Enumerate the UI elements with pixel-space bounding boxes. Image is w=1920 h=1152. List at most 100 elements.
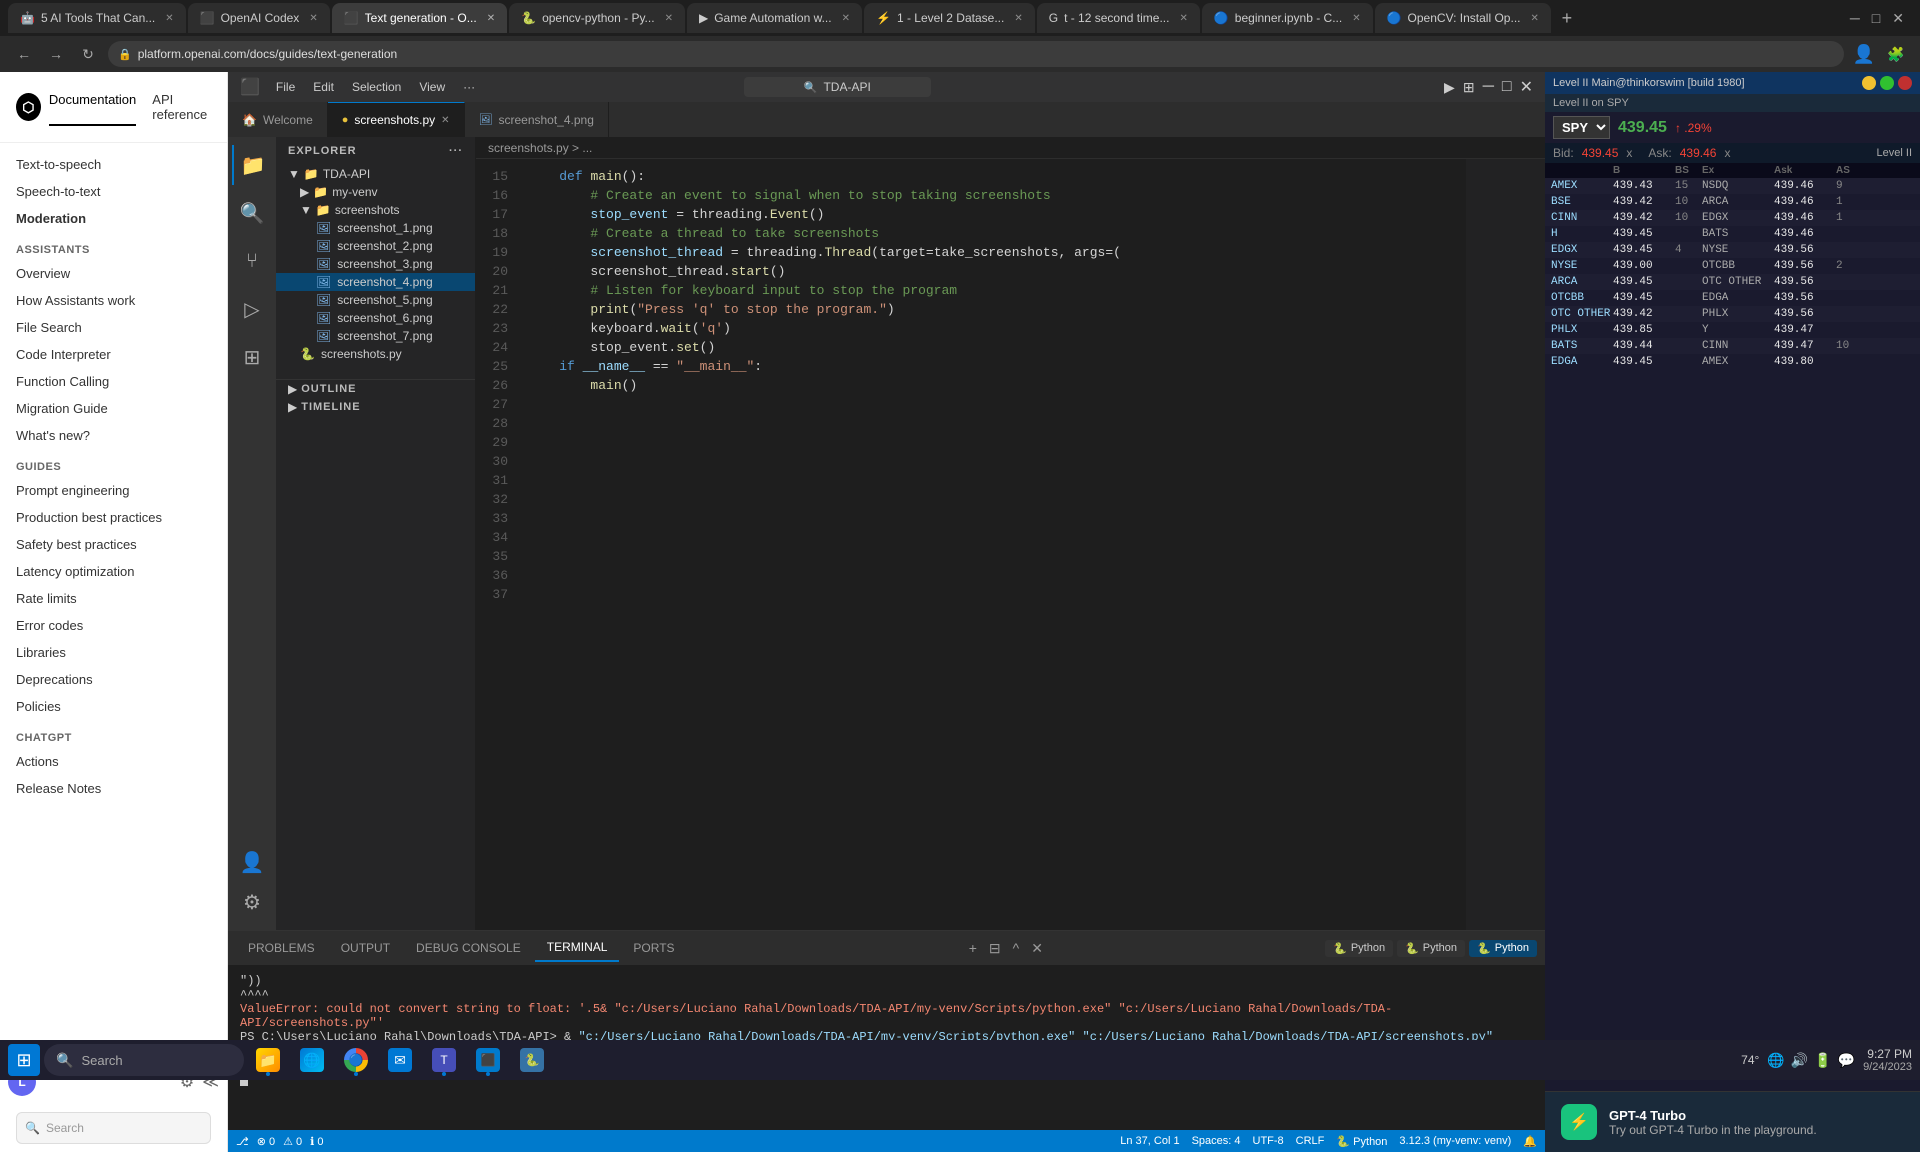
trading-maximize-btn[interactable] <box>1880 76 1894 90</box>
vscode-minimize-icon[interactable]: ─ <box>1483 78 1494 96</box>
sidebar-item-text-to-speech[interactable]: Text-to-speech <box>0 151 227 178</box>
sidebar-item-how-assistants[interactable]: How Assistants work <box>0 287 227 314</box>
ticker-selector[interactable]: SPY <box>1553 116 1610 139</box>
taskbar-app-mail[interactable]: ✉ <box>380 1042 420 1078</box>
activity-search[interactable]: 🔍 <box>232 193 272 233</box>
sidebar-item-overview[interactable]: Overview <box>0 260 227 287</box>
menu-view[interactable]: View <box>411 76 453 98</box>
browser-tab-tab1[interactable]: 🤖5 AI Tools That Can...✕ <box>8 3 186 33</box>
sidebar-item-moderation[interactable]: Moderation <box>0 205 227 232</box>
panel-close-icon[interactable]: ✕ <box>1027 938 1047 959</box>
sidebar-item-speech-to-text[interactable]: Speech-to-text <box>0 178 227 205</box>
sidebar-item-code-interpreter[interactable]: Code Interpreter <box>0 341 227 368</box>
vscode-tab-screenshots-py[interactable]: ● screenshots.py ✕ <box>328 102 465 137</box>
browser-tab-tab6[interactable]: ⚡1 - Level 2 Datase...✕ <box>864 3 1035 33</box>
taskbar-app-explorer[interactable]: 📁 <box>248 1042 288 1078</box>
network-icon[interactable]: 🌐 <box>1767 1052 1784 1069</box>
warning-count[interactable]: ⚠ 0 <box>283 1135 302 1148</box>
browser-tab-tab9[interactable]: 🔵OpenCV: Install Op...✕ <box>1375 3 1551 33</box>
sidebar-item-release-notes[interactable]: Release Notes <box>0 775 227 802</box>
status-bell-icon[interactable]: 🔔 <box>1523 1135 1537 1148</box>
activity-settings[interactable]: ⚙ <box>232 882 272 922</box>
vscode-close-icon[interactable]: ✕ <box>1520 77 1533 97</box>
taskbar-app-chrome[interactable]: 🔵 <box>336 1042 376 1078</box>
sidebar-item-policies[interactable]: Policies <box>0 693 227 720</box>
file-screenshot7[interactable]: 🖼 screenshot_7.png <box>276 327 475 345</box>
panel-tab-problems[interactable]: PROBLEMS <box>236 935 327 961</box>
address-bar[interactable]: 🔒 platform.openai.com/docs/guides/text-g… <box>108 41 1844 67</box>
forward-button[interactable]: → <box>44 42 68 66</box>
vscode-split-icon[interactable]: ⊞ <box>1463 79 1475 96</box>
trading-row[interactable]: EDGX439.454NYSE439.56 <box>1545 242 1920 258</box>
python-session-2[interactable]: 🐍 Python <box>1397 940 1465 957</box>
vscode-run-icon[interactable]: ▶ <box>1444 79 1455 96</box>
menu-file[interactable]: File <box>268 76 303 98</box>
taskbar-app-python[interactable]: 🐍 <box>512 1042 552 1078</box>
panel-add-icon[interactable]: + <box>965 938 981 958</box>
file-screenshot2[interactable]: 🖼 screenshot_2.png <box>276 237 475 255</box>
taskbar-app-edge[interactable]: 🌐 <box>292 1042 332 1078</box>
trading-row[interactable]: BSE439.4210ARCA439.461 <box>1545 194 1920 210</box>
vscode-maximize-icon[interactable]: □ <box>1502 78 1512 96</box>
search-box[interactable]: 🔍 Search <box>16 1112 211 1144</box>
trading-row[interactable]: PHLX439.85Y439.47 <box>1545 322 1920 338</box>
browser-tab-tab8[interactable]: 🔵beginner.ipynb - C...✕ <box>1202 3 1373 33</box>
sidebar-item-deprecations[interactable]: Deprecations <box>0 666 227 693</box>
trading-minimize-btn[interactable] <box>1862 76 1876 90</box>
trading-row[interactable]: EDGA439.45AMEX439.80 <box>1545 354 1920 370</box>
panel-tab-debug[interactable]: DEBUG CONSOLE <box>404 935 533 961</box>
sidebar-item-file-search[interactable]: File Search <box>0 314 227 341</box>
status-spaces[interactable]: Spaces: 4 <box>1192 1135 1241 1147</box>
start-button[interactable]: ⊞ <box>8 1044 40 1076</box>
vscode-tab-screenshot-png[interactable]: 🖼 screenshot_4.png <box>465 102 609 137</box>
panel-maximize-icon[interactable]: ^ <box>1009 938 1024 958</box>
taskbar-app-vscode[interactable]: ⬛ <box>468 1042 508 1078</box>
menu-edit[interactable]: Edit <box>305 76 342 98</box>
taskbar-search-box[interactable]: 🔍 Search <box>44 1044 244 1076</box>
vscode-tab-welcome[interactable]: 🏠 Welcome <box>228 102 328 137</box>
sidebar-item-prompt-engineering[interactable]: Prompt engineering <box>0 477 227 504</box>
status-eol[interactable]: CRLF <box>1296 1135 1325 1147</box>
browser-tab-tab2[interactable]: ⬛OpenAI Codex✕ <box>188 3 330 33</box>
sidebar-item-safety-best-practices[interactable]: Safety best practices <box>0 531 227 558</box>
new-tab-button[interactable]: + <box>1553 4 1581 32</box>
browser-tab-tab5[interactable]: ▶Game Automation w...✕ <box>687 3 862 33</box>
trading-row[interactable]: OTC OTHER439.42PHLX439.56 <box>1545 306 1920 322</box>
activity-explorer[interactable]: 📁 <box>232 145 272 185</box>
trading-close-btn[interactable] <box>1898 76 1912 90</box>
outline-section[interactable]: ▶ OUTLINE <box>276 380 475 398</box>
trading-row[interactable]: AMEX439.4315NSDQ439.469 <box>1545 178 1920 194</box>
python-session-3[interactable]: 🐍 Python <box>1469 940 1537 957</box>
explorer-myvenv-folder[interactable]: ▶ 📁 my-venv <box>276 183 475 201</box>
taskbar-app-teams[interactable]: T <box>424 1042 464 1078</box>
trading-row[interactable]: OTCBB439.45EDGA439.56 <box>1545 290 1920 306</box>
activity-debug[interactable]: ▷ <box>232 289 272 329</box>
editor-code-content[interactable]: def main(): # Create an event to signal … <box>516 159 1545 930</box>
timeline-section[interactable]: ▶ TIMELINE <box>276 398 475 416</box>
activity-git[interactable]: ⑂ <box>232 241 272 281</box>
volume-icon[interactable]: 🔊 <box>1791 1052 1808 1069</box>
trading-row[interactable]: BATS439.44CINN439.4710 <box>1545 338 1920 354</box>
error-count[interactable]: ⊗ 0 <box>257 1135 275 1148</box>
file-screenshots-py[interactable]: 🐍 screenshots.py <box>276 345 475 363</box>
sidebar-item-latency-optimization[interactable]: Latency optimization <box>0 558 227 585</box>
sidebar-item-migration-guide[interactable]: Migration Guide <box>0 395 227 422</box>
panel-tab-output[interactable]: OUTPUT <box>329 935 402 961</box>
status-line-col[interactable]: Ln 37, Col 1 <box>1120 1135 1179 1147</box>
panel-split-icon[interactable]: ⊟ <box>985 938 1005 959</box>
panel-tab-ports[interactable]: PORTS <box>621 935 686 961</box>
sidebar-item-libraries[interactable]: Libraries <box>0 639 227 666</box>
file-screenshot3[interactable]: 🖼 screenshot_3.png <box>276 255 475 273</box>
status-language[interactable]: 🐍 Python <box>1336 1135 1387 1148</box>
file-screenshot5[interactable]: 🖼 screenshot_5.png <box>276 291 475 309</box>
panel-tab-terminal[interactable]: TERMINAL <box>535 934 620 962</box>
extensions-button[interactable]: 🧩 <box>1884 42 1908 66</box>
explorer-screenshots-folder[interactable]: ▼ 📁 screenshots <box>276 201 475 219</box>
activity-extensions[interactable]: ⊞ <box>232 337 272 377</box>
sidebar-item-whats-new[interactable]: What's new? <box>0 422 227 449</box>
python-session-1[interactable]: 🐍 Python <box>1325 940 1393 957</box>
status-python-version[interactable]: 3.12.3 (my-venv: venv) <box>1399 1135 1511 1147</box>
profile-button[interactable]: 👤 <box>1852 42 1876 66</box>
notification-icon[interactable]: 💬 <box>1838 1052 1855 1069</box>
sidebar-item-actions[interactable]: Actions <box>0 748 227 775</box>
